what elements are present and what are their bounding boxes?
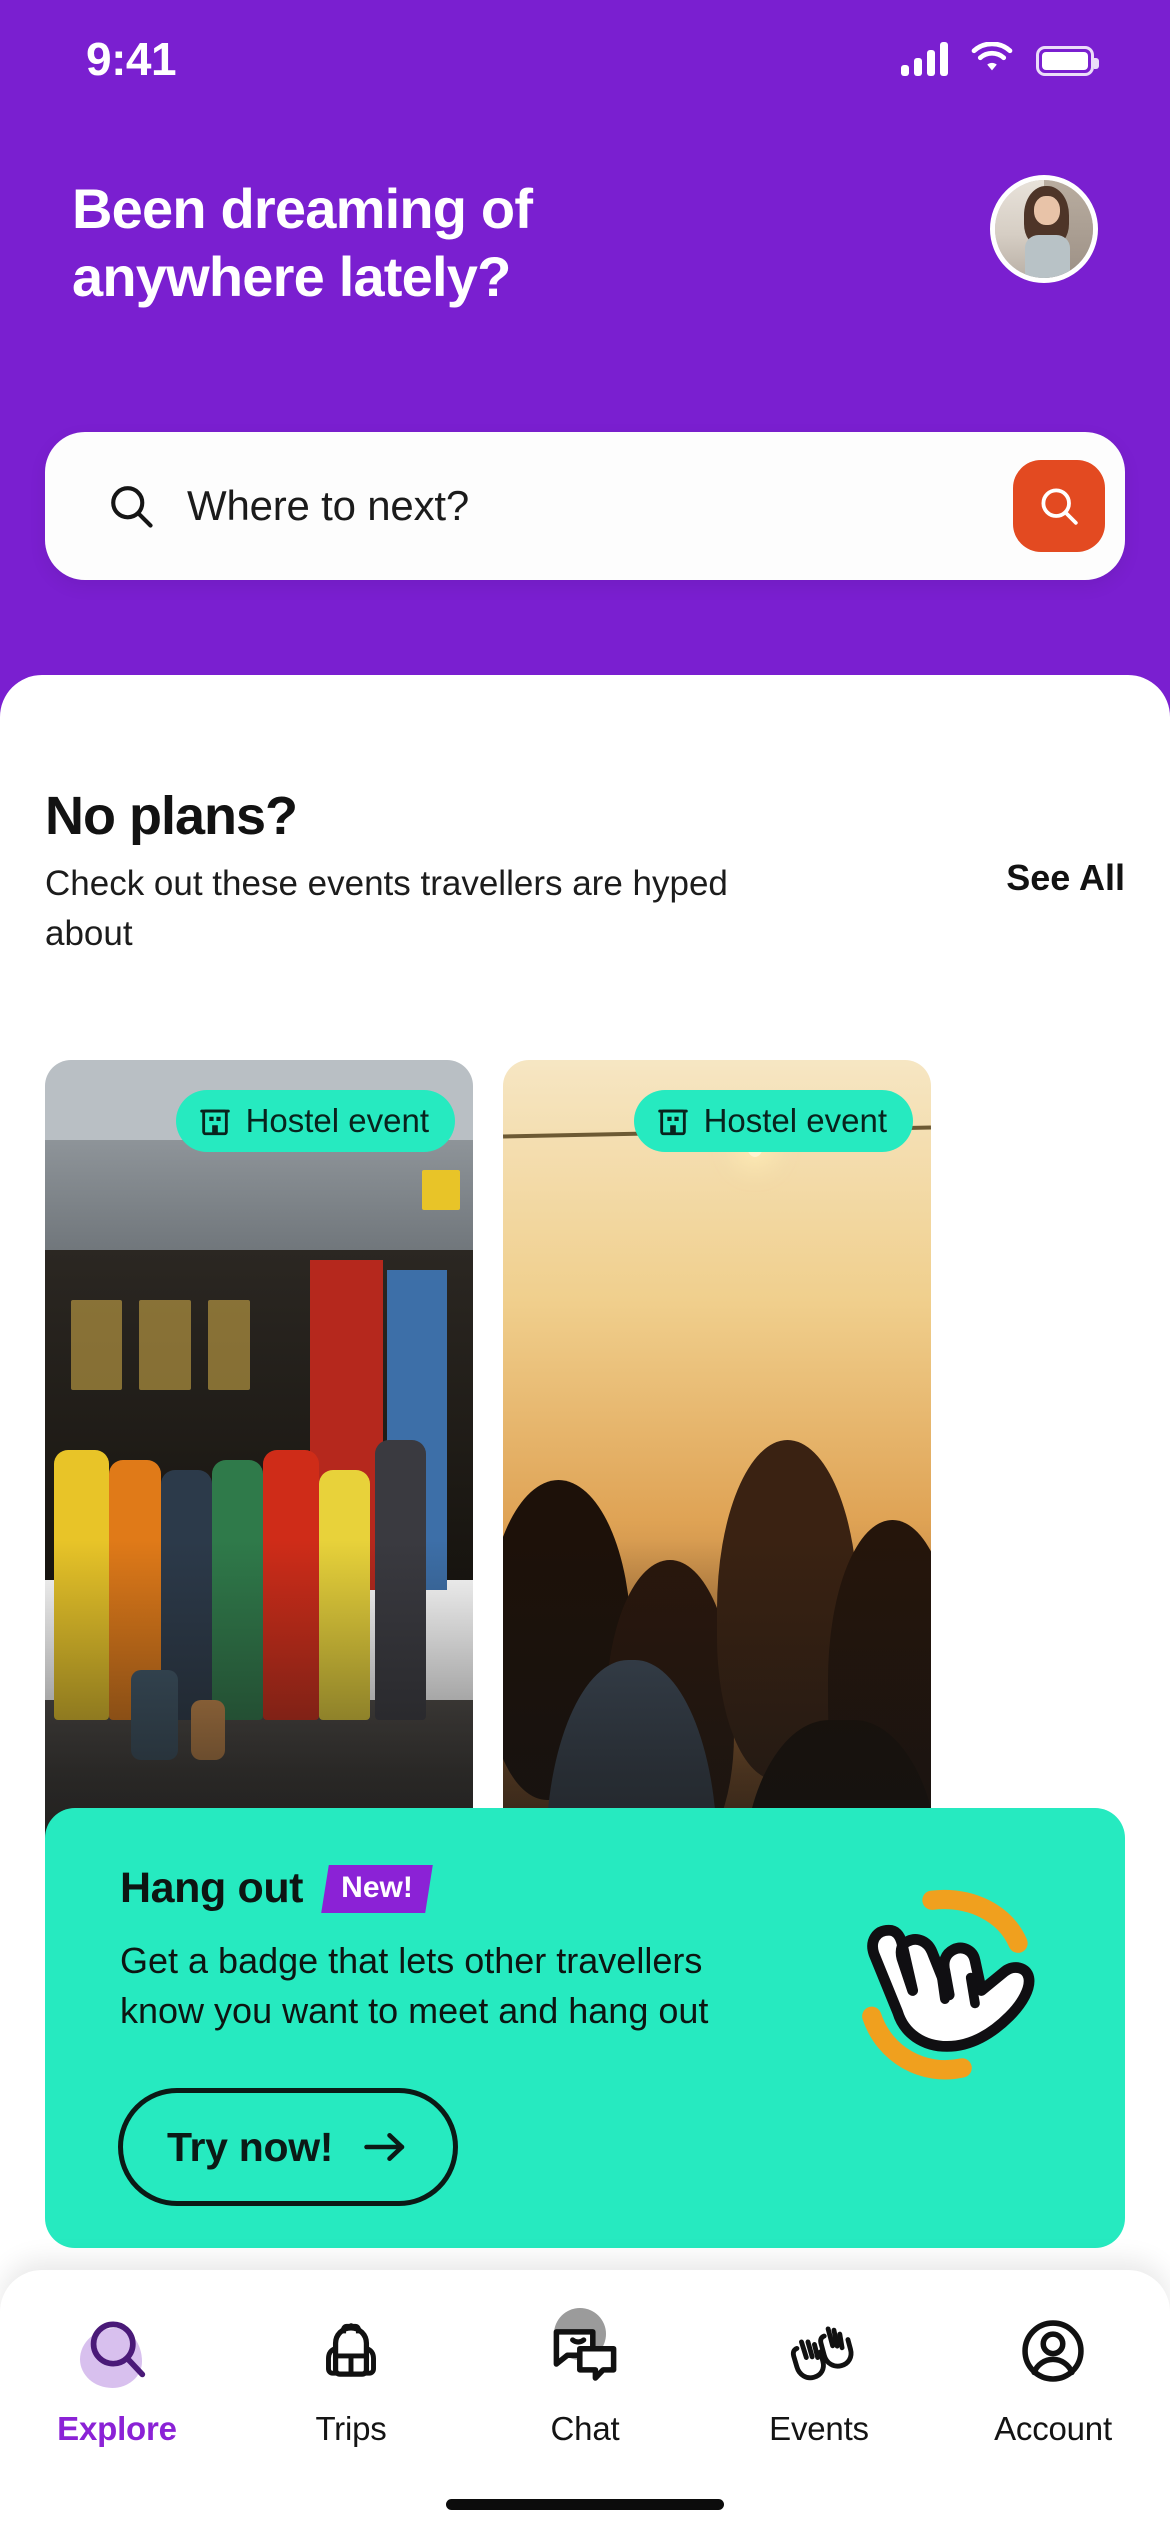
hangout-banner[interactable]: Hang out New! Get a badge that lets othe… [45, 1808, 1125, 2248]
home-indicator [446, 2499, 724, 2510]
chat-bubbles-icon [542, 2308, 628, 2394]
hostel-icon [199, 1109, 230, 1136]
app-header: 9:41 Been dreaming of anywhere lately? [0, 0, 1170, 700]
avatar[interactable] [990, 175, 1098, 283]
events-section-header: No plans? Check out these events travell… [45, 785, 1125, 958]
nav-item-account[interactable]: Account [958, 2308, 1148, 2448]
try-now-button[interactable]: Try now! [118, 2088, 459, 2206]
section-title: No plans? [45, 786, 298, 846]
greeting-row: Been dreaming of anywhere lately? [72, 175, 1098, 312]
hangout-description: Get a badge that lets other travellers k… [120, 1940, 709, 2032]
nav-item-trips[interactable]: Trips [256, 2308, 446, 2448]
event-card-badge-label: Hostel event [245, 1102, 429, 1139]
hangout-title: Hang out [120, 1864, 304, 1912]
bottom-navigation: Explore Trips Chat Events Account [0, 2270, 1170, 2532]
status-bar-icons [901, 42, 1099, 76]
backpack-icon [308, 2308, 394, 2394]
hangout-title-row: Hang out New! [120, 1864, 433, 1913]
try-now-label: Try now! [167, 2123, 334, 2170]
event-card-badge: Hostel event [175, 1090, 455, 1152]
nav-label-explore: Explore [57, 2410, 177, 2447]
search-icon [1041, 488, 1078, 525]
search-icon [111, 486, 153, 528]
hostel-icon [657, 1109, 688, 1136]
nav-label-account: Account [994, 2410, 1112, 2447]
nav-label-events: Events [769, 2410, 869, 2447]
nav-item-chat[interactable]: Chat [490, 2308, 680, 2448]
status-bar: 9:41 [0, 28, 1170, 90]
see-all-link[interactable]: See All [1006, 857, 1125, 899]
new-badge-label: New! [341, 1870, 413, 1904]
nav-label-chat: Chat [550, 2410, 620, 2447]
cellular-signal-icon [901, 42, 948, 76]
nav-item-events[interactable]: Events [724, 2308, 914, 2448]
search-input[interactable] [157, 482, 1013, 530]
waving-hands-icon [776, 2308, 862, 2394]
nav-label-trips: Trips [315, 2410, 387, 2447]
events-section-text: No plans? Check out these events travell… [45, 785, 735, 958]
search-button[interactable] [1013, 460, 1105, 552]
search-bar[interactable] [45, 432, 1125, 580]
status-bar-clock: 9:41 [86, 33, 177, 85]
section-subtitle: Check out these events travellers are hy… [45, 864, 728, 953]
new-badge: New! [321, 1864, 433, 1913]
shaka-hand-icon [862, 1889, 1035, 2080]
nav-item-explore[interactable]: Explore [22, 2308, 212, 2448]
event-card-badge-label: Hostel event [703, 1102, 887, 1139]
user-circle-icon [1010, 2308, 1096, 2394]
battery-icon [1036, 46, 1099, 76]
wifi-icon [971, 42, 1013, 71]
magnifier-icon [74, 2308, 160, 2394]
page-title: Been dreaming of anywhere lately? [72, 177, 533, 309]
event-card-badge: Hostel event [633, 1090, 913, 1152]
arrow-right-icon [364, 2133, 405, 2161]
